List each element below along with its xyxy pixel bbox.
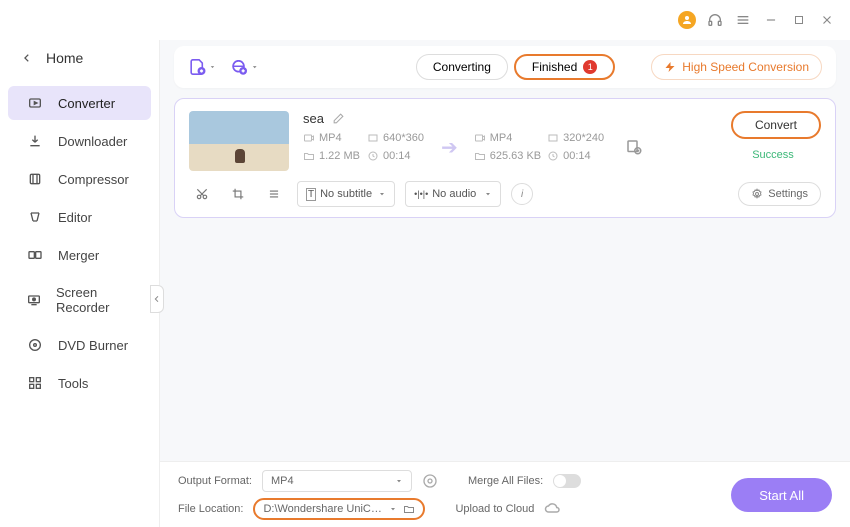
sidebar-item-label: DVD Burner — [58, 338, 128, 353]
chevron-down-icon — [209, 63, 216, 71]
sidebar-item-recorder[interactable]: Screen Recorder — [8, 276, 151, 324]
settings-button[interactable]: Settings — [738, 182, 821, 206]
src-format: MP4 — [319, 132, 342, 144]
sidebar-item-editor[interactable]: Editor — [8, 200, 151, 234]
chevron-down-icon — [395, 477, 403, 485]
high-speed-button[interactable]: High Speed Conversion — [651, 54, 822, 80]
chevron-left-icon — [22, 53, 32, 63]
chevron-down-icon — [378, 190, 386, 198]
merger-icon — [26, 247, 44, 263]
menu-icon[interactable] — [734, 11, 752, 29]
headphones-icon[interactable] — [706, 11, 724, 29]
tools-icon — [26, 375, 44, 391]
file-location-label: File Location: — [178, 503, 243, 515]
status-label: Success — [752, 149, 794, 161]
src-size: 1.22 MB — [319, 150, 360, 162]
footer: Output Format: MP4 Merge All Files: File… — [160, 461, 850, 527]
clock-icon — [547, 150, 559, 162]
sidebar-item-merger[interactable]: Merger — [8, 238, 151, 272]
chevron-down-icon — [389, 505, 397, 513]
edit-icon[interactable] — [332, 112, 345, 125]
video-icon — [303, 132, 315, 144]
dst-format: MP4 — [490, 132, 513, 144]
sidebar-item-label: Downloader — [58, 134, 127, 149]
tab-label: Finished — [532, 60, 577, 74]
gear-icon — [751, 188, 763, 200]
merge-toggle[interactable] — [553, 474, 581, 488]
trim-button[interactable] — [189, 181, 215, 207]
folder-icon — [474, 150, 486, 162]
sidebar-item-label: Merger — [58, 248, 99, 263]
chevron-down-icon — [251, 63, 258, 71]
maximize-button[interactable] — [790, 11, 808, 29]
output-format-select[interactable]: MP4 — [262, 470, 412, 492]
video-icon — [474, 132, 486, 144]
clock-icon — [367, 150, 379, 162]
sidebar-item-label: Tools — [58, 376, 88, 391]
finished-count-badge: 1 — [583, 60, 597, 74]
toolbar: Converting Finished 1 High Speed Convers… — [174, 46, 836, 88]
tab-converting[interactable]: Converting — [416, 54, 508, 80]
sidebar-item-tools[interactable]: Tools — [8, 366, 151, 400]
folder-icon — [403, 503, 415, 515]
upload-label: Upload to Cloud — [455, 503, 534, 515]
compressor-icon — [26, 171, 44, 187]
sidebar-item-label: Compressor — [58, 172, 129, 187]
home-label: Home — [46, 50, 83, 66]
dst-size: 625.63 KB — [490, 150, 541, 162]
sidebar-item-compressor[interactable]: Compressor — [8, 162, 151, 196]
sidebar: Home Converter Downloader Compressor Edi… — [0, 40, 160, 527]
high-speed-label: High Speed Conversion — [682, 60, 809, 74]
minimize-button[interactable] — [762, 11, 780, 29]
add-url-button[interactable] — [230, 53, 258, 81]
convert-button[interactable]: Convert — [731, 111, 821, 139]
file-title: sea — [303, 111, 324, 126]
info-button[interactable]: i — [511, 183, 533, 205]
tab-finished[interactable]: Finished 1 — [514, 54, 615, 80]
resolution-icon — [547, 132, 559, 144]
recorder-icon — [26, 292, 42, 308]
sidebar-item-converter[interactable]: Converter — [8, 86, 151, 120]
file-card: sea MP4 1.22 MB 640*360 00:14 — [174, 98, 836, 218]
user-avatar[interactable] — [678, 11, 696, 29]
folder-icon — [303, 150, 315, 162]
sidebar-item-label: Screen Recorder — [56, 285, 133, 315]
resolution-icon — [367, 132, 379, 144]
editor-icon — [26, 209, 44, 225]
src-res: 640*360 — [383, 132, 424, 144]
crop-button[interactable] — [225, 181, 251, 207]
arrow-right-icon: ➔ — [441, 135, 458, 160]
close-button[interactable] — [818, 11, 836, 29]
converter-icon — [26, 95, 44, 111]
output-settings-icon[interactable] — [625, 138, 643, 156]
titlebar — [0, 0, 850, 40]
sidebar-item-dvd[interactable]: DVD Burner — [8, 328, 151, 362]
bolt-icon — [664, 61, 676, 73]
sidebar-item-label: Converter — [58, 96, 115, 111]
tab-label: Converting — [433, 60, 491, 74]
home-button[interactable]: Home — [0, 40, 159, 86]
sidebar-item-label: Editor — [58, 210, 92, 225]
sidebar-item-downloader[interactable]: Downloader — [8, 124, 151, 158]
merge-label: Merge All Files: — [468, 475, 543, 487]
audio-select[interactable]: •|•|•No audio — [405, 181, 501, 207]
effects-button[interactable] — [261, 181, 287, 207]
add-file-button[interactable] — [188, 53, 216, 81]
video-thumbnail[interactable] — [189, 111, 289, 171]
start-all-button[interactable]: Start All — [731, 478, 832, 512]
subtitle-select[interactable]: TNo subtitle — [297, 181, 395, 207]
src-dur: 00:14 — [383, 150, 411, 162]
dvd-icon — [26, 337, 44, 353]
downloader-icon — [26, 133, 44, 149]
output-format-label: Output Format: — [178, 475, 252, 487]
gear-icon[interactable] — [422, 473, 438, 489]
file-location-select[interactable]: D:\Wondershare UniConverter 1 — [253, 498, 425, 520]
sidebar-collapse-button[interactable] — [150, 285, 164, 313]
dst-dur: 00:14 — [563, 150, 591, 162]
dst-res: 320*240 — [563, 132, 604, 144]
chevron-down-icon — [484, 190, 492, 198]
cloud-icon[interactable] — [544, 500, 562, 518]
